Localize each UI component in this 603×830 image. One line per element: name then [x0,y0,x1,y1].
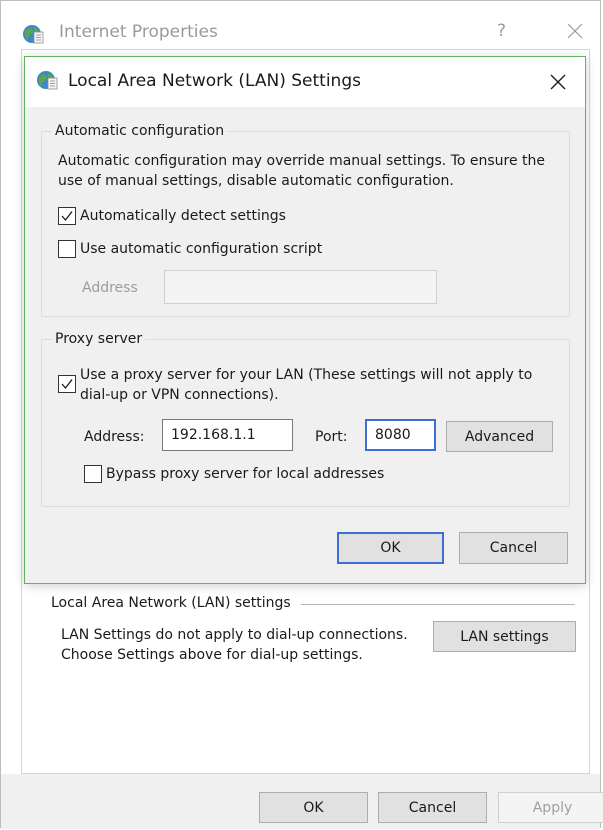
cancel-button[interactable]: Cancel [459,532,568,564]
checkmark-icon [61,379,73,390]
automatic-configuration-label: Automatic configuration [52,123,228,139]
lan-dialog-titlebar: Local Area Network (LAN) Settings [25,57,585,107]
checkbox-label: Automatically detect settings [80,208,286,224]
cancel-button[interactable]: Cancel [378,792,487,823]
help-button[interactable]: ? [497,21,506,41]
bypass-proxy-local-checkbox[interactable]: Bypass proxy server for local addresses [84,465,384,484]
proxy-address-label: Address: [84,429,145,445]
internet-options-globe-icon [23,25,44,44]
checkbox-box[interactable] [58,207,76,225]
apply-button[interactable]: Apply [498,792,603,823]
ok-button[interactable]: OK [337,532,444,564]
checkbox-box[interactable] [58,240,76,258]
use-proxy-server-checkbox[interactable]: Use a proxy server for your LAN (These s… [58,365,558,405]
internet-options-globe-icon [37,71,58,90]
proxy-server-label: Proxy server [52,331,146,347]
close-icon[interactable] [563,19,587,43]
automatically-detect-settings-checkbox[interactable]: Automatically detect settings [58,207,286,226]
auto-config-address-label: Address [82,280,138,296]
lan-settings-group-title: Local Area Network (LAN) settings [51,595,295,611]
proxy-address-input[interactable] [162,419,293,451]
auto-config-address-input[interactable] [164,270,437,304]
dialog-title: Local Area Network (LAN) Settings [68,71,361,91]
checkbox-label: Use automatic configuration script [80,241,323,257]
checkbox-box[interactable] [84,465,102,483]
checkmark-icon [61,211,73,222]
window-title: Internet Properties [59,22,218,42]
use-automatic-configuration-script-checkbox[interactable]: Use automatic configuration script [58,240,322,259]
checkbox-box[interactable] [58,375,76,393]
checkbox-label: Use a proxy server for your LAN (These s… [80,367,533,403]
internet-properties-titlebar: Internet Properties ? [1,1,600,49]
ok-button[interactable]: OK [259,792,368,823]
automatic-configuration-description: Automatic configuration may override man… [58,153,546,189]
close-icon[interactable] [545,69,571,95]
checkbox-label: Bypass proxy server for local addresses [106,466,385,482]
lan-settings-dialog: Local Area Network (LAN) Settings Automa… [24,56,586,584]
lan-settings-button[interactable]: LAN settings [433,621,576,652]
proxy-port-input[interactable] [365,419,436,451]
group-divider [301,604,575,605]
advanced-button[interactable]: Advanced [446,421,553,452]
proxy-port-label: Port: [315,429,348,445]
lan-settings-note: LAN Settings do not apply to dial-up con… [61,627,408,663]
